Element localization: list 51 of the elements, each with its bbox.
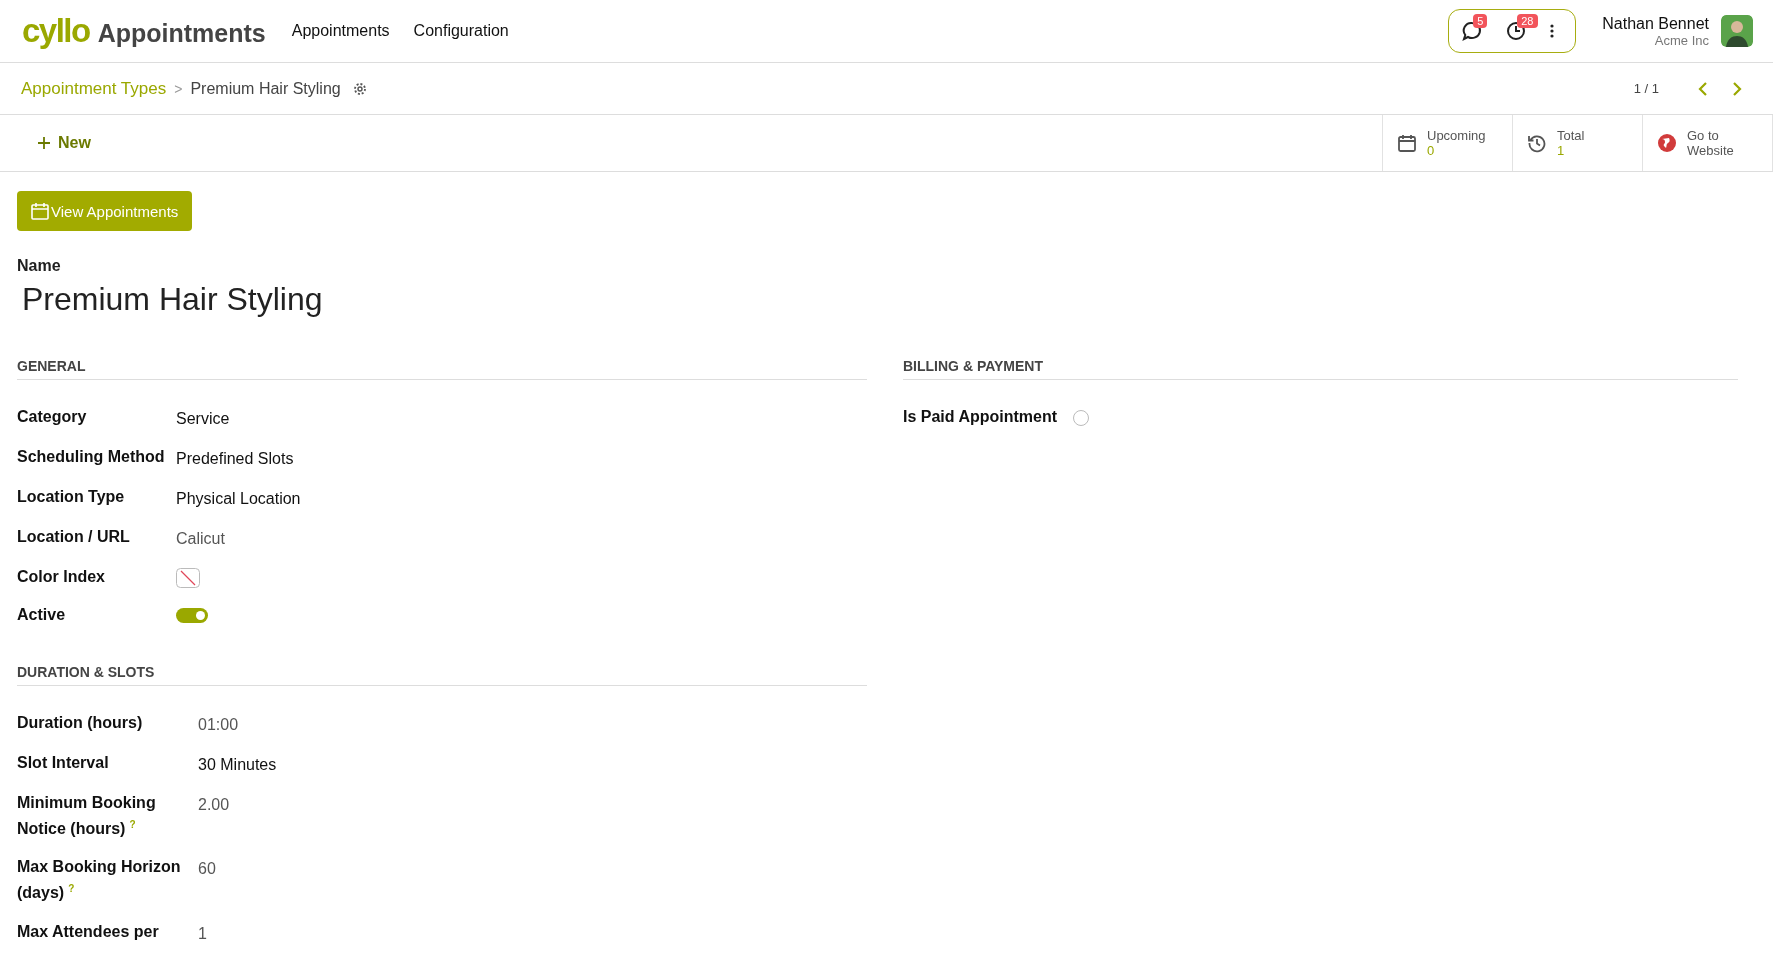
section-heading: BILLING & PAYMENT	[903, 358, 1738, 380]
breadcrumb-separator: >	[174, 80, 183, 97]
next-icon[interactable]	[1731, 80, 1743, 97]
more-icon[interactable]	[1549, 23, 1556, 39]
pager-value: 1 / 1	[1633, 81, 1659, 96]
field-label: Scheduling Method	[17, 447, 166, 467]
plus-icon	[38, 137, 50, 149]
new-button[interactable]: New	[24, 115, 105, 171]
smart-button[interactable]: Total 1	[1512, 115, 1642, 171]
user-name[interactable]: Nathan Bennet	[1602, 14, 1709, 33]
record-name-field[interactable]: Premium Hair Styling	[22, 281, 323, 318]
previous-icon[interactable]	[1697, 80, 1709, 97]
field-label: Location Type	[17, 487, 126, 507]
field-value[interactable]: 2.00	[198, 794, 230, 816]
field-value[interactable]: Service	[176, 408, 230, 430]
field-label: Active	[17, 605, 67, 625]
field-label: Duration (hours)	[17, 713, 144, 733]
field-value[interactable]: 60	[198, 858, 216, 881]
app-title: Appointments	[97, 19, 266, 48]
field-label: Max Attendees per	[17, 921, 160, 942]
field-label: Category	[17, 407, 88, 427]
field-value[interactable]: 01:00	[198, 714, 239, 736]
company-name: Acme Inc	[1654, 32, 1709, 48]
menu-item[interactable]: Appointments	[291, 22, 390, 40]
section-heading: GENERAL	[17, 358, 867, 380]
notification-badge: 28	[1517, 14, 1538, 28]
calendar-icon	[31, 202, 49, 220]
field-label: Minimum Booking Notice (hours) $^{?}$	[17, 793, 157, 840]
calendar-icon	[1397, 133, 1417, 153]
field-label: Max Booking Horizon (days) $^{?}$	[17, 857, 182, 904]
section-heading: DURATION & SLOTS	[17, 664, 867, 686]
menu-item[interactable]: Configuration	[413, 22, 509, 40]
field-value[interactable]: Calicut	[176, 528, 225, 550]
field-value[interactable]: Physical Location	[176, 488, 301, 510]
field-label: Location / URL	[17, 527, 131, 547]
field-label: Name	[17, 257, 61, 275]
color-swatch-icon[interactable]	[176, 568, 200, 588]
field-value[interactable]: Predefined Slots	[176, 448, 294, 470]
history-icon	[1527, 133, 1547, 153]
notification-badge: 5	[1473, 14, 1488, 28]
field-label: Color Index	[17, 567, 106, 587]
avatar-icon[interactable]	[1721, 15, 1753, 47]
breadcrumb-current: Premium Hair Styling	[190, 79, 341, 98]
settings-icon[interactable]	[352, 81, 367, 96]
smart-button[interactable]: Go to Website	[1642, 115, 1773, 171]
field-label: Slot Interval	[17, 753, 110, 773]
field-label: Is Paid Appointment	[903, 407, 1059, 427]
field-value[interactable]: 30 Minutes	[198, 754, 277, 776]
smart-button[interactable]: Upcoming 0	[1382, 115, 1512, 171]
active-toggle[interactable]	[176, 608, 208, 623]
field-value[interactable]: 1	[198, 922, 207, 945]
